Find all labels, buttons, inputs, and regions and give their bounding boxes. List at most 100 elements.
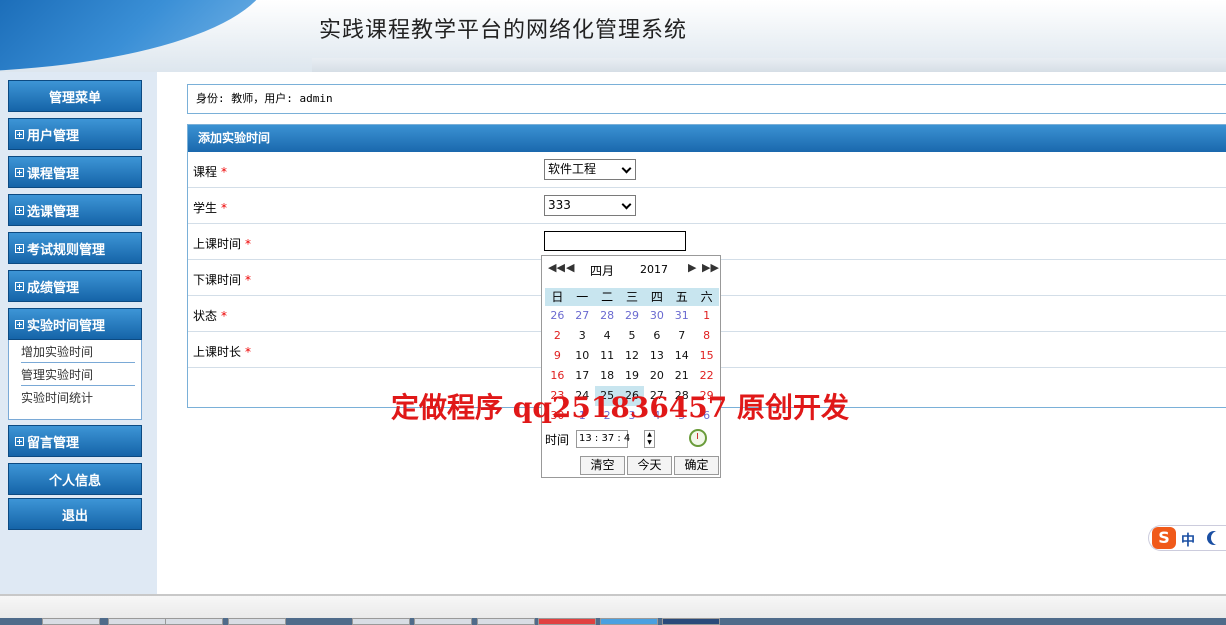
chevron-down-icon (621, 163, 632, 174)
calendar-week-row: 9 10 11 12 13 14 15 (545, 346, 719, 366)
watermark-text: 定做程序 qq251836457 原创开发 (391, 391, 849, 424)
date-picker-buttons: 清空 今天 确定 (580, 456, 719, 475)
calendar-day[interactable]: 12 (620, 346, 645, 366)
label-text: 课程 (193, 165, 218, 179)
taskbar-button[interactable] (538, 618, 596, 625)
taskbar-button[interactable] (477, 618, 535, 625)
calendar-day[interactable]: 8 (694, 326, 719, 346)
submenu-lab-time-stats[interactable]: 实验时间统计 (21, 386, 135, 409)
sidebar-item-label: 选课管理 (27, 204, 80, 220)
taskbar-button[interactable] (228, 618, 286, 625)
weekday-label: 一 (576, 290, 589, 304)
calendar-day[interactable]: 22 (694, 366, 719, 386)
sidebar-item-course-selection[interactable]: 选课管理 (8, 194, 142, 226)
header-wave-graphic (0, 0, 300, 72)
calendar-day[interactable]: 15 (694, 346, 719, 366)
calendar-day[interactable]: 18 (595, 366, 620, 386)
calendar-day[interactable]: 4 (595, 326, 620, 346)
sidebar-item-label: 成绩管理 (27, 280, 80, 296)
calendar-day[interactable]: 13 (644, 346, 669, 366)
calendar-week-row: 26 27 28 29 30 31 1 (545, 306, 719, 326)
field-label-end-time: 下课时间 * (193, 271, 251, 288)
label-text: 下课时间 (193, 273, 242, 287)
weekday-label: 日 (551, 290, 564, 304)
moon-icon[interactable] (1211, 531, 1225, 545)
prev-year-icon[interactable]: ◀◀ (548, 261, 565, 274)
time-input[interactable]: 13 : 37 : 4 (576, 430, 630, 448)
sidebar-item-user-management[interactable]: 用户管理 (8, 118, 142, 150)
required-mark: * (245, 237, 252, 251)
logout-button[interactable]: 退出 (8, 498, 142, 530)
calendar-day[interactable]: 27 (570, 306, 595, 326)
sidebar-item-messages[interactable]: 留言管理 (8, 425, 142, 457)
required-mark: * (245, 273, 252, 287)
profile-button[interactable]: 个人信息 (8, 463, 142, 495)
calendar-day[interactable]: 31 (669, 306, 694, 326)
clear-button[interactable]: 清空 (580, 456, 625, 475)
prev-month-icon[interactable]: ◀ (566, 261, 574, 274)
next-year-icon[interactable]: ▶▶ (702, 261, 719, 274)
submenu-add-lab-time[interactable]: 增加实验时间 (21, 340, 135, 363)
taskbar-button[interactable] (352, 618, 410, 625)
calendar-day[interactable]: 17 (570, 366, 595, 386)
calendar-day[interactable]: 30 (644, 306, 669, 326)
calendar-day[interactable]: 7 (669, 326, 694, 346)
start-time-input[interactable] (544, 231, 686, 251)
confirm-button[interactable]: 确定 (674, 456, 719, 475)
calendar-day[interactable]: 2 (545, 326, 570, 346)
sidebar-item-grades[interactable]: 成绩管理 (8, 270, 142, 302)
calendar-day[interactable]: 6 (644, 326, 669, 346)
today-button[interactable]: 今天 (627, 456, 672, 475)
time-spinner[interactable]: ▲ ▼ (644, 430, 655, 448)
calendar-day[interactable]: 1 (694, 306, 719, 326)
calendar-day[interactable]: 16 (545, 366, 570, 386)
time-label: 时间 (545, 433, 570, 447)
taskbar-button[interactable] (108, 618, 166, 625)
form-title: 添加实验时间 (188, 125, 1226, 152)
ime-language-label[interactable]: 中 (1181, 530, 1195, 550)
course-select[interactable]: 软件工程 (544, 159, 636, 180)
calendar-day[interactable]: 5 (620, 326, 645, 346)
calendar-day[interactable]: 21 (669, 366, 694, 386)
month-label[interactable]: 四月 (590, 262, 614, 279)
calendar-day[interactable]: 11 (595, 346, 620, 366)
expand-plus-icon (15, 319, 24, 329)
form-row-course: 课程 * 软件工程 (188, 152, 1226, 188)
required-mark: * (221, 165, 228, 179)
calendar-day[interactable]: 28 (595, 306, 620, 326)
year-label[interactable]: 2017 (640, 263, 668, 276)
required-mark: * (221, 309, 228, 323)
field-label-student: 学生 * (193, 199, 227, 216)
sidebar-item-label: 留言管理 (27, 435, 80, 451)
calendar-day[interactable]: 3 (570, 326, 595, 346)
calendar-day[interactable]: 26 (545, 306, 570, 326)
calendar-day[interactable]: 29 (620, 306, 645, 326)
sidebar-item-course-management[interactable]: 课程管理 (8, 156, 142, 188)
next-month-icon[interactable]: ▶ (688, 261, 696, 274)
calendar-day[interactable]: 20 (644, 366, 669, 386)
sidebar-item-lab-time[interactable]: 实验时间管理 (8, 308, 142, 340)
weekday-label: 二 (601, 290, 614, 304)
calendar-day[interactable]: 9 (545, 346, 570, 366)
calendar-day[interactable]: 14 (669, 346, 694, 366)
clock-icon[interactable] (689, 429, 707, 447)
lab-time-submenu: 增加实验时间 管理实验时间 实验时间统计 (8, 340, 142, 420)
student-select-value: 333 (548, 198, 571, 212)
ime-toolbar[interactable]: S 中 (1148, 525, 1226, 551)
label-text: 上课时间 (193, 237, 242, 251)
header-banner: 实践课程教学平台的网络化管理系统 (0, 0, 1226, 72)
sidebar-item-label: 课程管理 (27, 166, 80, 182)
expand-plus-icon (15, 205, 24, 215)
taskbar-button[interactable] (600, 618, 658, 625)
calendar-day[interactable]: 10 (570, 346, 595, 366)
taskbar-button[interactable] (165, 618, 223, 625)
taskbar-button[interactable] (42, 618, 100, 625)
taskbar-button[interactable] (414, 618, 472, 625)
required-mark: * (245, 345, 252, 359)
sidebar-item-exam-rules[interactable]: 考试规则管理 (8, 232, 142, 264)
submenu-manage-lab-time[interactable]: 管理实验时间 (21, 363, 135, 386)
student-select[interactable]: 333 (544, 195, 636, 216)
expand-plus-icon (15, 167, 24, 177)
taskbar-button[interactable] (662, 618, 720, 625)
calendar-day[interactable]: 19 (620, 366, 645, 386)
